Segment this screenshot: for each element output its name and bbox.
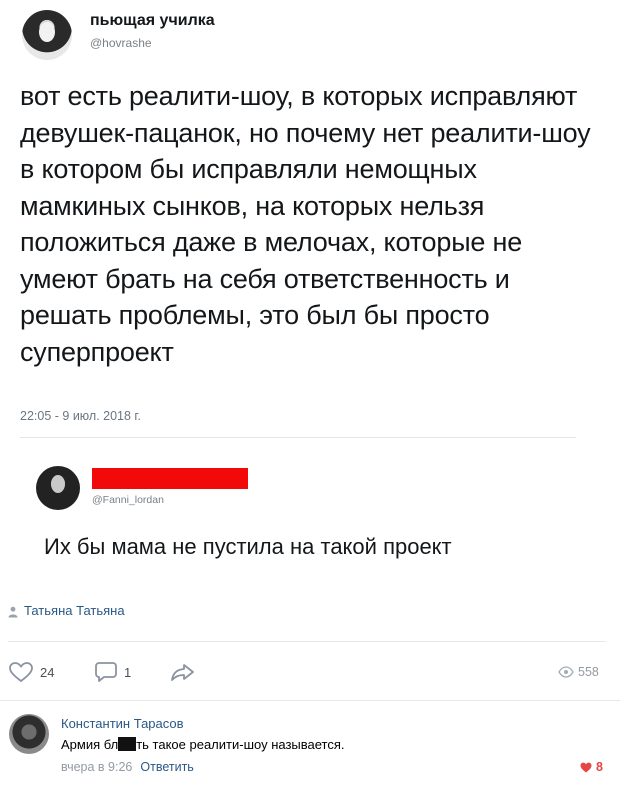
tweet-author-avatar: [22, 10, 72, 60]
comment-reply-button[interactable]: Ответить: [140, 760, 193, 774]
heart-icon: [9, 662, 33, 683]
tweet-author-handle: @hovrashe: [90, 36, 152, 50]
heart-icon: [580, 762, 592, 772]
comment-text-before: Армия бл: [61, 737, 119, 752]
comment-author-name[interactable]: Константин Тарасов: [61, 716, 184, 731]
comment-count: 1: [124, 664, 132, 680]
post-divider: [8, 641, 606, 642]
comment-button[interactable]: 1: [94, 660, 131, 684]
post-signature[interactable]: Татьяна Татьяна: [24, 603, 125, 618]
comment-text-after: ть такое реалити-шоу называется.: [136, 737, 345, 752]
comment-like-button[interactable]: 8: [580, 760, 603, 774]
reply-author-avatar: [36, 466, 80, 510]
reply-author-name-redaction: [92, 468, 248, 489]
like-button[interactable]: 24: [8, 660, 54, 684]
comment-author-avatar[interactable]: [9, 714, 49, 754]
share-icon: [171, 664, 194, 681]
eye-icon: [558, 666, 574, 678]
reply-author-handle: @Fanni_lordan: [92, 494, 164, 506]
tweet-divider: [20, 437, 576, 438]
tweet-timestamp: 22:05 - 9 июл. 2018 г.: [20, 409, 141, 423]
person-icon: [8, 606, 18, 618]
comments-divider: [0, 700, 620, 701]
censor-block: [118, 737, 137, 751]
comment-meta: вчера в 9:26 Ответить: [61, 760, 194, 774]
views-counter: 558: [558, 660, 599, 684]
reply-text: Их бы мама не пустила на такой проект: [44, 534, 452, 559]
tweet-text: вот есть реалити-шоу, в которых исправля…: [20, 81, 591, 367]
views-count: 558: [578, 665, 599, 679]
tweet-author-name: пьющая училка: [90, 12, 215, 29]
comment-icon: [95, 662, 117, 682]
comment-time[interactable]: вчера в 9:26: [61, 760, 132, 774]
like-count: 24: [40, 664, 55, 680]
share-button[interactable]: [170, 660, 196, 684]
comment-text: Армия бл ть такое реалити-шоу называется.: [61, 737, 345, 752]
comment-like-count: 8: [596, 760, 603, 774]
